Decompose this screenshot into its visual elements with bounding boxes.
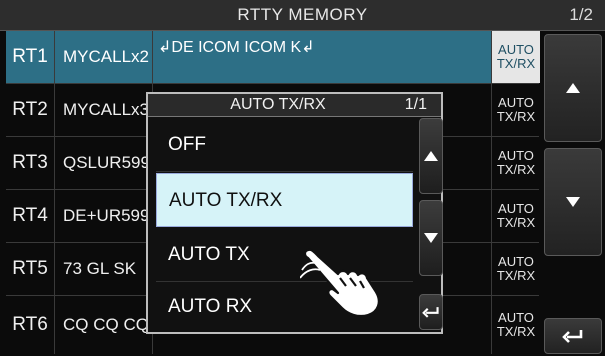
screen-title: RTTY MEMORY xyxy=(237,5,368,24)
row-mode-line1: AUTO xyxy=(498,148,534,163)
row-mode-line1: AUTO xyxy=(498,310,534,325)
return-arrow-icon xyxy=(422,307,439,318)
screen: RTTY MEMORY 1/2 RT1 MYCALLx2 ↲DE ICOM IC… xyxy=(0,0,605,356)
triangle-down-icon xyxy=(566,197,580,207)
row-mode[interactable]: AUTO TX/RX xyxy=(491,296,540,354)
scroll-up-button[interactable] xyxy=(544,34,602,142)
row-mode[interactable]: AUTO TX/RX xyxy=(491,137,540,189)
row-mode-line2: TX/RX xyxy=(496,56,536,71)
row-id: RT2 xyxy=(6,84,55,136)
row-mode-line1: AUTO xyxy=(498,42,534,57)
option-auto-txrx[interactable]: AUTO TX/RX xyxy=(156,173,413,227)
row-id: RT4 xyxy=(6,190,55,242)
dialog-title: AUTO TX/RX xyxy=(230,96,326,113)
row-name: CQ CQ CQ xyxy=(55,296,153,354)
row-name: MYCALLx2 xyxy=(55,31,153,83)
dialog-scroll-down-button[interactable] xyxy=(419,200,443,276)
triangle-up-icon xyxy=(566,83,580,93)
option-off[interactable]: OFF xyxy=(156,118,413,172)
row-id: RT5 xyxy=(6,243,55,295)
row-name: 73 GL SK xyxy=(55,243,153,295)
row-content: ↲DE ICOM ICOM K↲ xyxy=(158,39,315,56)
dialog-page-indicator: 1/1 xyxy=(404,96,427,113)
pointing-hand-icon xyxy=(300,248,380,318)
row-mode-line2: TX/RX xyxy=(496,324,536,339)
row-name: DE+UR599 xyxy=(55,190,153,242)
row-name: QSLUR599 xyxy=(55,137,153,189)
auto-txrx-dialog: AUTO TX/RX 1/1 OFF AUTO TX/RX AUTO TX AU… xyxy=(146,92,443,334)
row-id: RT6 xyxy=(6,296,55,354)
dialog-scroll-up-button[interactable] xyxy=(419,118,443,194)
row-mode-line1: AUTO xyxy=(498,95,534,110)
row-mode-line2: TX/RX xyxy=(496,268,536,283)
row-mode[interactable]: AUTO TX/RX xyxy=(491,190,540,242)
row-name: MYCALLx3 xyxy=(55,84,153,136)
row-mode-line2: TX/RX xyxy=(496,109,536,124)
back-button[interactable] xyxy=(544,318,602,354)
row-mode[interactable]: AUTO TX/RX xyxy=(491,243,540,295)
title-bar: RTTY MEMORY 1/2 xyxy=(0,0,605,31)
row-mode-line1: AUTO xyxy=(498,254,534,269)
return-arrow-icon xyxy=(562,330,583,343)
page-indicator: 1/2 xyxy=(569,5,593,24)
scroll-down-button[interactable] xyxy=(544,148,602,256)
row-id: RT1 xyxy=(6,31,55,83)
dialog-title-bar: AUTO TX/RX 1/1 xyxy=(148,94,441,117)
row-mode[interactable]: AUTO TX/RX xyxy=(491,84,540,136)
row-mode-line2: TX/RX xyxy=(496,162,536,177)
memory-row-rt1[interactable]: RT1 MYCALLx2 ↲DE ICOM ICOM K↲ AUTO TX/RX xyxy=(6,31,540,84)
row-mode[interactable]: AUTO TX/RX xyxy=(491,31,540,83)
dialog-back-button[interactable] xyxy=(419,294,443,330)
triangle-down-icon xyxy=(424,233,438,243)
row-mode-line2: TX/RX xyxy=(496,215,536,230)
row-mode-line1: AUTO xyxy=(498,201,534,216)
row-id: RT3 xyxy=(6,137,55,189)
triangle-up-icon xyxy=(424,151,438,161)
